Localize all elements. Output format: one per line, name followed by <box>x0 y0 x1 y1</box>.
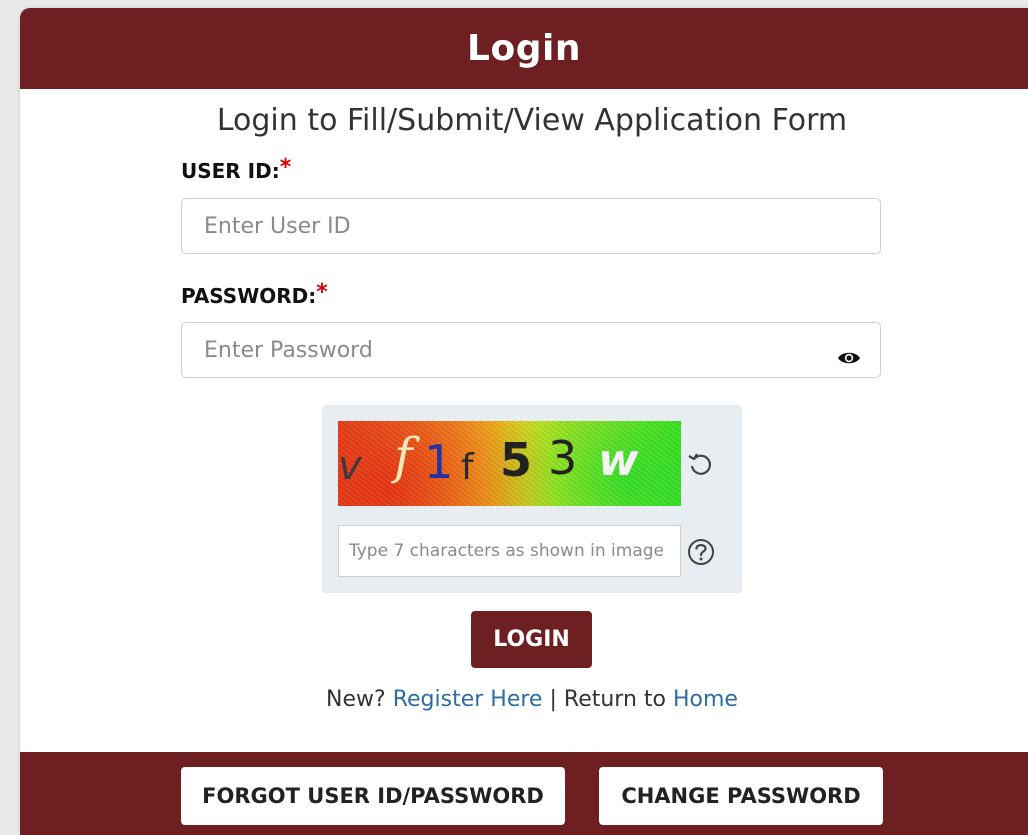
captcha-char: 3 <box>548 431 578 485</box>
login-card: Login Login to Fill/Submit/View Applicat… <box>20 8 1028 835</box>
register-link[interactable]: Register Here <box>393 687 543 712</box>
eye-icon <box>838 352 860 364</box>
link-separator: | <box>549 687 557 712</box>
question-circle-icon <box>688 539 714 565</box>
password-label: PASSWORD:* <box>181 280 328 309</box>
user-id-label-text: USER ID: <box>181 159 280 183</box>
captcha-char: w <box>598 435 639 486</box>
captcha-char: f <box>394 427 413 485</box>
page-title: Login <box>467 28 581 69</box>
user-id-label: USER ID:* <box>181 155 291 184</box>
user-id-input[interactable] <box>181 198 881 254</box>
refresh-icon <box>688 453 712 475</box>
captcha-char: v <box>338 443 362 489</box>
login-button[interactable]: LOGIN <box>471 611 592 668</box>
captcha-char: f <box>461 447 474 488</box>
forgot-credentials-button[interactable]: FORGOT USER ID/PASSWORD <box>181 767 565 825</box>
captcha-refresh-button[interactable] <box>686 450 716 480</box>
password-input[interactable] <box>181 322 881 378</box>
captcha-char: 1 <box>424 435 454 489</box>
required-mark: * <box>279 155 292 180</box>
form-subtitle: Login to Fill/Submit/View Application Fo… <box>216 103 848 138</box>
captcha-panel: v f 1 f 5 3 w <box>322 405 742 593</box>
captcha-help-button[interactable] <box>686 537 716 567</box>
card-footer: FORGOT USER ID/PASSWORD CHANGE PASSWORD <box>20 752 1028 835</box>
account-links: New? Register Here | Return to Home <box>20 687 1028 712</box>
required-mark: * <box>316 280 328 305</box>
new-prefix: New? <box>326 687 386 712</box>
captcha-char: 5 <box>500 433 533 487</box>
password-label-text: PASSWORD: <box>181 284 317 308</box>
card-header: Login <box>20 8 1028 89</box>
change-password-button[interactable]: CHANGE PASSWORD <box>599 767 883 825</box>
captcha-image: v f 1 f 5 3 w <box>338 421 681 506</box>
captcha-input[interactable] <box>338 525 681 577</box>
show-password-button[interactable] <box>834 346 864 370</box>
home-link[interactable]: Home <box>673 687 738 712</box>
return-prefix: Return to <box>563 687 666 712</box>
